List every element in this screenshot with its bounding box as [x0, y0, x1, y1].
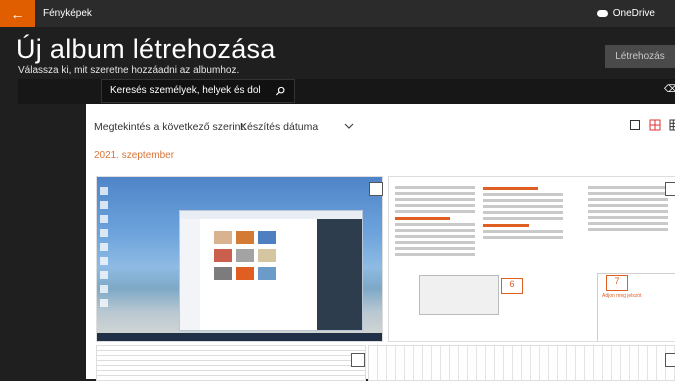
select-checkbox[interactable] — [351, 353, 365, 367]
onedrive-label: OneDrive — [612, 8, 655, 19]
large-grid-view-icon[interactable] — [669, 118, 675, 131]
select-checkbox[interactable] — [665, 353, 675, 367]
group-date: 2021. szeptember — [94, 150, 175, 161]
onedrive-status[interactable]: OneDrive — [596, 8, 655, 19]
photo-thumbnail[interactable] — [96, 176, 383, 342]
sort-label: Megtekintés a következő szerint: — [94, 121, 247, 133]
overflow-icon: ⌫ — [664, 84, 675, 95]
page-subtitle: Válassza ki, mit szeretne hozzáadni az a… — [18, 65, 240, 76]
taskbar — [97, 333, 382, 341]
app-name: Fényképek — [43, 8, 92, 19]
doc-tip: Adjon meg jelszót — [602, 293, 642, 299]
photo-thumbnail[interactable]: 6 7 Adjon meg jelszót — [388, 176, 675, 342]
marker-six: 6 — [501, 278, 523, 294]
photo-thumbnail[interactable] — [96, 345, 366, 381]
grid-view-icon[interactable] — [649, 118, 661, 131]
page-title: Új album létrehozása — [16, 34, 276, 64]
search-input[interactable]: Keresés személyek, helyek és dolgok k — [101, 79, 295, 103]
create-button[interactable]: Létrehozás — [605, 45, 675, 68]
title-bar: ← Fényképek OneDrive — [0, 0, 675, 27]
sort-dropdown-value[interactable]: Készítés dátuma — [240, 121, 318, 133]
desktop-icons — [100, 187, 112, 313]
marker-seven: 7 — [606, 275, 628, 291]
character-map-window — [419, 275, 499, 315]
select-checkbox[interactable] — [665, 182, 675, 196]
view-switcher — [629, 118, 675, 131]
arrow-left-icon: ← — [10, 5, 25, 22]
back-button[interactable]: ← — [0, 0, 35, 27]
app-window — [179, 210, 363, 331]
select-checkbox[interactable] — [369, 182, 383, 196]
search-icon — [275, 86, 284, 95]
search-placeholder: Keresés személyek, helyek és dolgok k — [110, 85, 260, 96]
square-view-icon[interactable] — [629, 118, 641, 130]
search-button[interactable] — [270, 82, 290, 100]
chevron-down-icon[interactable] — [343, 120, 355, 132]
photo-thumbnail[interactable] — [368, 345, 675, 381]
cloud-icon — [596, 10, 608, 17]
